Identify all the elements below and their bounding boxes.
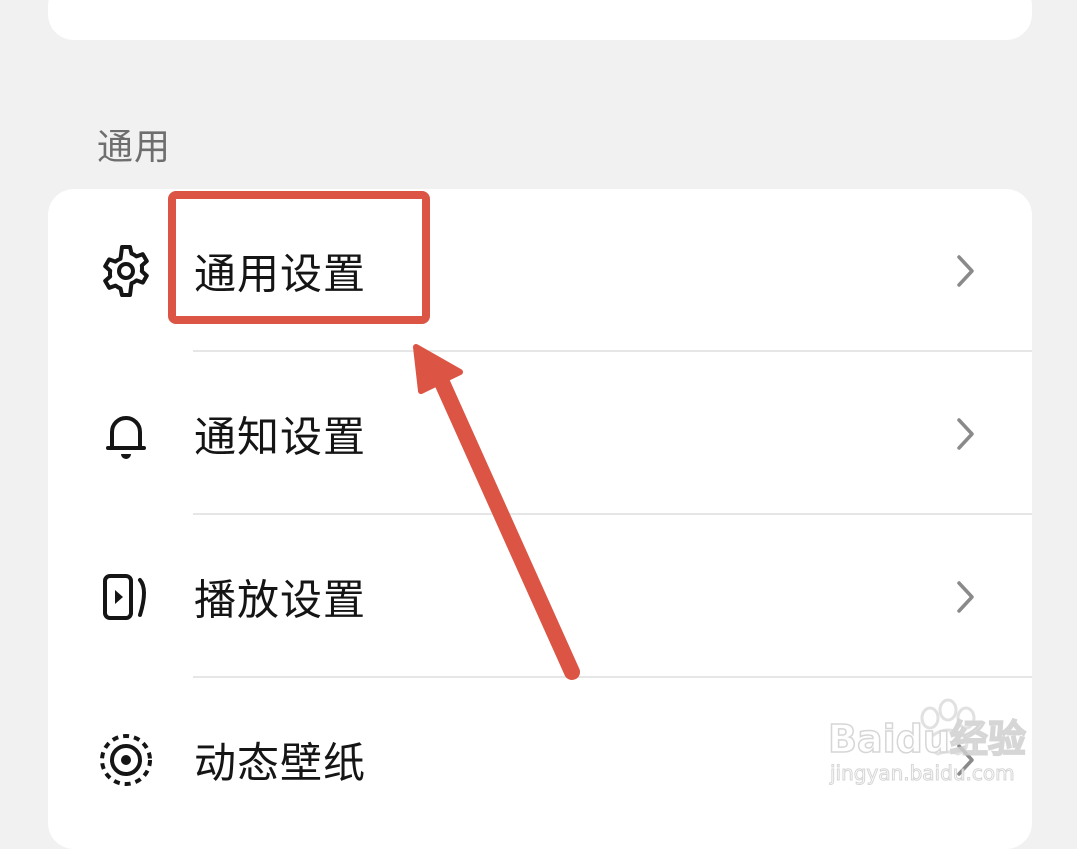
gear-icon [96,241,156,301]
playback-icon [96,567,156,627]
chevron-right-icon [948,251,982,291]
settings-item-playback[interactable]: 播放设置 [48,515,1032,678]
chevron-right-icon [948,577,982,617]
svg-text:Baidu经验: Baidu经验 [828,717,1026,761]
settings-item-label: 播放设置 [194,575,367,624]
section-title-general: 通用 [97,127,172,168]
live-wallpaper-icon [96,730,156,790]
chevron-right-icon [948,414,982,454]
baidu-jingyan-watermark: Baidu经验 jingyan.baidu.com [826,694,1046,794]
settings-item-label: 通知设置 [194,412,367,461]
settings-item-notifications[interactable]: 通知设置 [48,352,1032,515]
svg-text:jingyan.baidu.com: jingyan.baidu.com [829,761,1015,785]
previous-settings-card [48,0,1032,40]
settings-item-label: 动态壁纸 [194,738,367,787]
annotation-highlight-box [168,191,430,324]
bell-icon [96,404,156,464]
